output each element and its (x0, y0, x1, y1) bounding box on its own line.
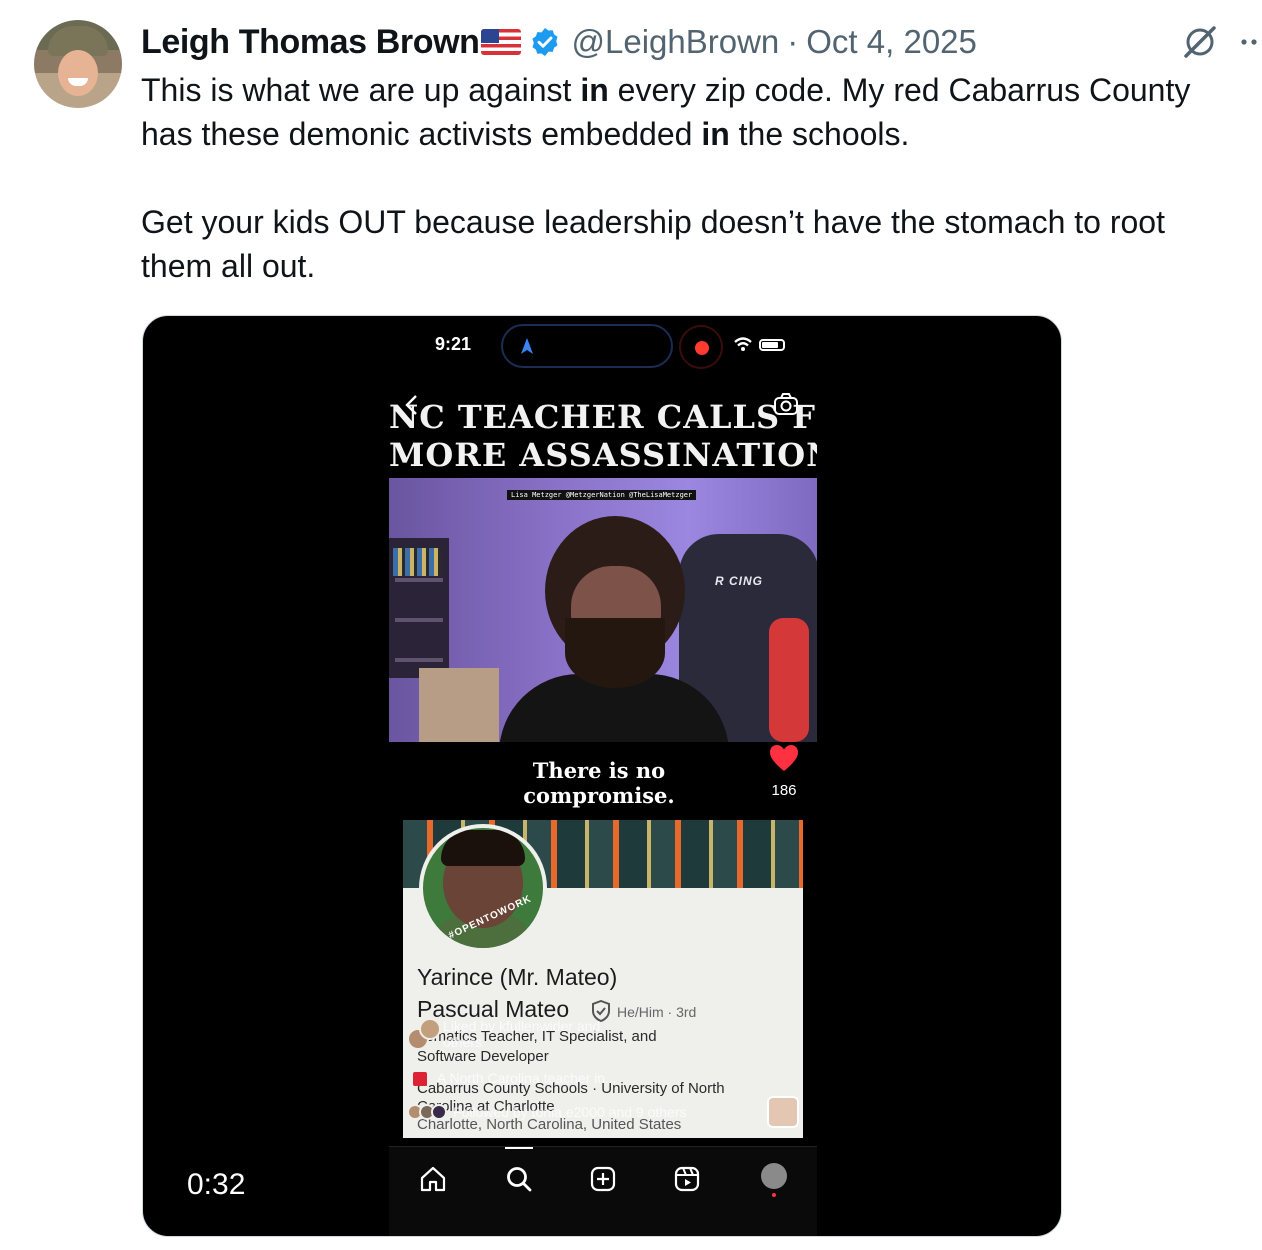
headline-line-1: NC TEACHER CALLS FOR (389, 398, 817, 436)
headline-line-2: MORE ASSASSINATIONS (389, 436, 817, 474)
grok-icon[interactable] (1180, 22, 1220, 62)
overlay-followed-by: Followed by tonia.e2000 and 9 others (453, 1104, 687, 1120)
profile-pronouns: He/Him · 3rd (617, 1004, 697, 1020)
video-player[interactable]: 9:21 NC TEACHER CALLS FOR MORE ASSASSINA… (142, 315, 1062, 1237)
person-beard (565, 618, 665, 688)
active-tab-indicator (505, 1147, 533, 1149)
overlay-others: others (443, 1034, 482, 1050)
tweet-text: This is what we are up against in every … (141, 68, 1251, 288)
us-flag-icon (481, 29, 522, 55)
tweet-header: Leigh Thomas Brown @LeighBrown · Oct 4, … (141, 20, 977, 64)
author-name[interactable]: Leigh Thomas Brown (141, 23, 480, 62)
video-subtitle: There is no compromise. (523, 758, 675, 808)
phone-status-bar: 9:21 (143, 316, 1061, 386)
cardboard-box (419, 668, 499, 742)
profile-name-line-1: Yarince (Mr. Mateo) (417, 964, 618, 990)
camera-icon[interactable] (773, 392, 799, 416)
video-clip: Lisa Metzger @MetzgerNation @TheLisaMetz… (389, 478, 817, 742)
video-duration: 0:32 (187, 1168, 246, 1201)
liked-by-avatar (419, 1018, 441, 1040)
followed-by-avatar (431, 1104, 447, 1120)
profile-headline-2: Software Developer (417, 1048, 549, 1065)
like-count: 186 (771, 782, 797, 799)
battery-icon (759, 339, 785, 351)
avatar-face (58, 50, 98, 96)
profile-tab-avatar[interactable] (761, 1163, 787, 1189)
tweet-text-line: them all out. (141, 248, 316, 284)
author-avatar[interactable] (34, 20, 122, 108)
profile-avatar: #OPENTOWORK (419, 824, 547, 952)
recorded-screen: NC TEACHER CALLS FOR MORE ASSASSINATIONS… (389, 386, 817, 1236)
verified-badge-icon[interactable] (529, 26, 561, 58)
create-icon[interactable] (589, 1165, 617, 1193)
dynamic-island (501, 324, 673, 368)
home-icon[interactable] (419, 1165, 447, 1193)
tweet-text-line: This is what we are up against in every … (141, 72, 1191, 108)
search-icon[interactable] (505, 1165, 533, 1193)
clip-source-tag: Lisa Metzger @MetzgerNation @TheLisaMetz… (507, 490, 697, 500)
author-handle[interactable]: @LeighBrown (571, 23, 779, 61)
bottom-tab-bar (389, 1146, 817, 1236)
heart-icon[interactable] (769, 744, 799, 772)
gaming-chair-accent (769, 618, 809, 742)
header-separator: · (787, 23, 799, 60)
wifi-icon (734, 337, 752, 351)
chair-brand: R CING (715, 574, 763, 588)
record-icon (679, 325, 723, 369)
books (393, 548, 441, 576)
reels-icon[interactable] (673, 1165, 701, 1193)
back-icon[interactable] (403, 394, 421, 416)
video-headline: NC TEACHER CALLS FOR MORE ASSASSINATIONS (389, 398, 817, 474)
navigation-arrow-icon (521, 338, 533, 354)
overlay-flag-icon (413, 1072, 427, 1086)
overlay-liked-by: Liked by kfullenwider and (443, 1018, 601, 1034)
more-icon[interactable] (1240, 32, 1262, 52)
reel-audio-thumbnail[interactable] (767, 1096, 799, 1128)
status-time: 9:21 (435, 334, 472, 354)
tweet-date[interactable]: Oct 4, 2025 (806, 23, 977, 61)
tweet-text-line: Get your kids OUT because leadership doe… (141, 204, 1165, 240)
tweet-text-line: has these demonic activists embedded in … (141, 116, 910, 152)
notification-dot (772, 1193, 776, 1197)
linkedin-profile-card: #OPENTOWORK Yarince (Mr. Mateo) Pascual … (403, 820, 803, 1138)
overlay-caption: A North Carolina teacher in... (437, 1070, 617, 1086)
